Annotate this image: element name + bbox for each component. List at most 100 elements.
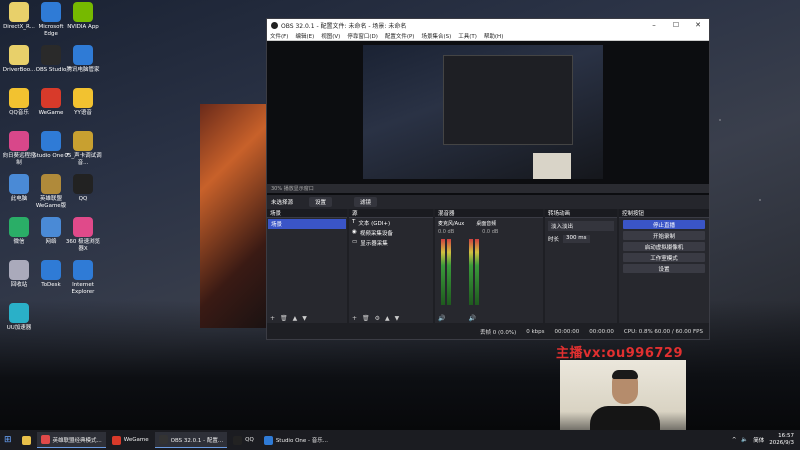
menu-help[interactable]: 帮助(H) — [484, 32, 503, 40]
ime-indicator[interactable]: 简体 — [753, 436, 764, 444]
desktop-icon[interactable]: 05_声卡调试调音... — [64, 131, 102, 166]
menu-view[interactable]: 视图(V) — [321, 32, 340, 40]
app-icon — [73, 88, 93, 108]
desktop-meter — [469, 239, 473, 305]
settings-button[interactable]: 设置 — [623, 264, 705, 273]
app-icon — [73, 217, 93, 237]
volume-icon[interactable]: 🔈 — [741, 437, 748, 443]
transitions-header: 转场动画 — [545, 209, 617, 218]
no-source-label: 未选择源 — [271, 200, 294, 206]
clock-date: 2026/9/3 — [769, 440, 794, 446]
app-icon — [73, 260, 93, 280]
properties-button[interactable]: 设置 — [309, 197, 333, 207]
obs-titlebar[interactable]: OBS 32.0.1 - 配置文件: 未命名 - 场景: 未命名 – ☐ ✕ — [267, 19, 709, 31]
desktop-icon[interactable]: UU加速器 — [0, 303, 38, 332]
app-icon — [9, 2, 29, 22]
windows-icon: ⊞ — [4, 435, 12, 445]
app-icon — [41, 260, 61, 280]
studio-mode-button[interactable]: 工作室模式 — [623, 253, 705, 262]
text-icon: T — [352, 219, 356, 225]
dropped-frames: 丢帧 0 (0.0%) — [479, 330, 517, 336]
source-item[interactable]: ▭ 显示器采集 — [349, 238, 433, 248]
folder-icon — [21, 435, 31, 445]
maximize-button[interactable]: ☐ — [665, 21, 687, 29]
scene-item[interactable]: 场景 — [268, 219, 346, 229]
gear-icon[interactable]: ⚙ — [375, 315, 380, 322]
app-icon — [41, 88, 61, 108]
add-icon[interactable]: + — [352, 315, 357, 322]
app-icon — [73, 45, 93, 65]
obs-preview[interactable] — [267, 41, 709, 201]
speaker-icon[interactable]: 🔊 — [468, 315, 475, 322]
desktop-icon-label: 360 极速浏览器X — [65, 239, 101, 252]
filters-button[interactable]: 滤镜 — [354, 197, 378, 207]
menu-scene-collection[interactable]: 场景集合(S) — [421, 32, 451, 40]
desktop-icon[interactable]: 360 极速浏览器X — [64, 217, 102, 252]
taskbar-app[interactable]: QQ — [229, 432, 258, 448]
preview-canvas[interactable] — [363, 45, 603, 179]
source-toolbar: 未选择源 设置 滤镜 — [267, 195, 709, 209]
desktop-icon[interactable]: YY语音 — [64, 88, 102, 117]
source-item[interactable]: T 文本 (GDI+) — [349, 218, 433, 228]
preview-zoom-strip[interactable]: 30% 播放显示窗口 — [267, 184, 709, 193]
desktop-icon[interactable]: QQ — [64, 174, 102, 203]
trash-icon[interactable]: 🗑 — [280, 315, 288, 322]
obs-window[interactable]: OBS 32.0.1 - 配置文件: 未命名 - 场景: 未命名 – ☐ ✕ 文… — [266, 18, 710, 340]
app-icon — [9, 217, 29, 237]
desktop-icon[interactable]: Internet Explorer — [64, 260, 102, 295]
add-icon[interactable]: + — [270, 315, 275, 322]
down-icon[interactable]: ▼ — [395, 315, 400, 322]
minimize-button[interactable]: – — [643, 21, 665, 29]
sources-header: 源 — [349, 209, 433, 218]
close-button[interactable]: ✕ — [687, 21, 709, 29]
taskbar-apps: 英雄联盟经典模式... WeGame OBS 32.0.1 - 配置... QQ Stu… — [36, 432, 334, 448]
taskbar-app[interactable]: OBS 32.0.1 - 配置... — [154, 432, 228, 448]
app-icon — [73, 2, 93, 22]
desktop-icon-label: QQ — [78, 196, 88, 202]
trash-icon[interactable]: 🗑 — [362, 315, 370, 322]
taskbar-app[interactable]: WeGame — [108, 432, 153, 448]
down-icon[interactable]: ▼ — [302, 315, 307, 322]
scenes-footer: + 🗑 ▲ ▼ — [267, 313, 347, 323]
up-icon[interactable]: ▲ — [293, 315, 298, 322]
start-recording-button[interactable]: 开始录制 — [623, 231, 705, 240]
taskbar-app[interactable]: 英雄联盟经典模式... — [36, 432, 106, 448]
obs-statusbar: 丢帧 0 (0.0%) 0 kbps 00:00:00 00:00:00 CPU… — [267, 325, 709, 339]
duration-input[interactable]: 300 ms — [563, 235, 590, 243]
menu-profile[interactable]: 配置文件(P) — [385, 32, 415, 40]
desktop-icon[interactable]: 腾讯电脑管家 — [64, 45, 102, 74]
stream-time: 00:00:00 — [554, 329, 580, 335]
record-time: 00:00:00 — [589, 329, 614, 335]
up-icon[interactable]: ▲ — [385, 315, 390, 322]
start-button[interactable]: ⊞ — [0, 432, 16, 448]
menu-edit[interactable]: 编辑(E) — [295, 32, 314, 40]
obs-title: OBS 32.0.1 - 配置文件: 未命名 - 场景: 未命名 — [281, 22, 407, 30]
duration-label: 时长 — [548, 237, 560, 243]
taskbar: ⊞ 英雄联盟经典模式... WeGame OBS 32.0.1 - 配置... QQ S… — [0, 430, 800, 450]
speaker-icon[interactable]: 🔊 — [438, 315, 445, 322]
file-explorer-button[interactable] — [18, 432, 35, 448]
menu-docks[interactable]: 停靠窗口(D) — [347, 32, 378, 40]
source-item[interactable]: ◉ 视频采集设备 — [349, 228, 433, 238]
monitor-icon: ▭ — [352, 239, 358, 245]
stop-stream-button[interactable]: 停止直播 — [623, 220, 705, 229]
obs-menubar: 文件(F) 编辑(E) 视图(V) 停靠窗口(D) 配置文件(P) 场景集合(S… — [267, 31, 709, 41]
taskbar-app[interactable]: Studio One - 音乐... — [260, 432, 332, 448]
source-label: 显示器采集 — [360, 241, 388, 247]
virtual-camera-button[interactable]: 启动虚拟摄像机 — [623, 242, 705, 251]
system-tray: ^ 🔈 简体 16:57 2026/9/3 — [732, 433, 800, 447]
mixer-dock: 混音器 麦克风/Aux 桌面音频 0.0 dB 0.0 dB 🔊 🔊 — [435, 209, 543, 323]
preview-webcam — [533, 153, 571, 179]
desktop-icon[interactable]: NVIDIA App — [64, 2, 102, 31]
desktop-icon-label: UU加速器 — [6, 325, 32, 331]
chevron-up-icon[interactable]: ^ — [732, 437, 737, 443]
background-window-art — [200, 104, 268, 328]
menu-file[interactable]: 文件(F) — [270, 32, 288, 40]
transitions-dock: 转场动画 淡入淡出 时长 300 ms — [545, 209, 617, 323]
app-icon — [9, 45, 29, 65]
menu-tools[interactable]: 工具(T) — [458, 32, 477, 40]
transition-select[interactable]: 淡入淡出 — [548, 221, 614, 231]
mixer-header: 混音器 — [435, 209, 543, 218]
clock[interactable]: 16:57 2026/9/3 — [769, 433, 794, 447]
app-icon — [9, 174, 29, 194]
